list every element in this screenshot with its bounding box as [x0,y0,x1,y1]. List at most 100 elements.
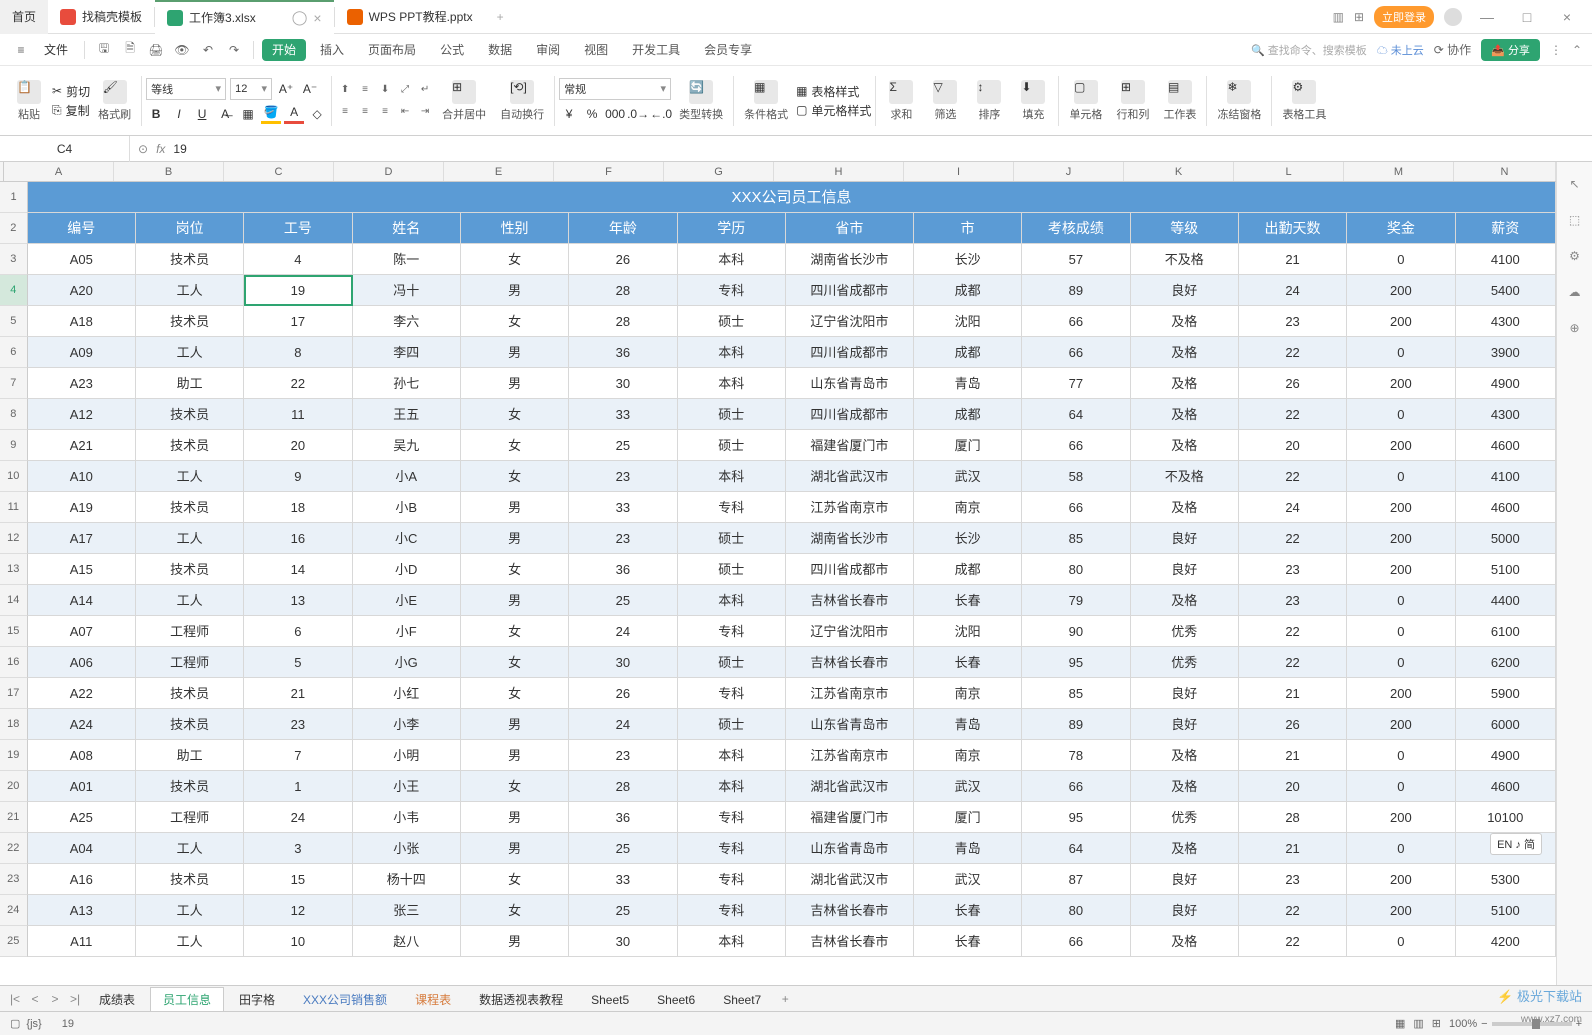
cell[interactable]: 22 [1239,523,1347,554]
cell[interactable]: 64 [1022,833,1130,864]
cell[interactable]: A04 [28,833,136,864]
cell[interactable]: 工程师 [136,647,244,678]
tab-vip[interactable]: 会员专享 [694,34,762,66]
column-headers[interactable]: ABCDEFGHIJKLMN [4,162,1556,182]
cell[interactable]: 200 [1347,368,1455,399]
cell[interactable]: 3900 [1456,337,1556,368]
cell[interactable]: 学历 [678,213,786,244]
cell[interactable]: A20 [28,275,136,306]
cell[interactable]: 男 [461,523,569,554]
col-header[interactable]: L [1234,162,1344,181]
cell[interactable]: 长沙 [914,244,1022,275]
cell[interactable]: 及格 [1131,306,1239,337]
cell[interactable]: 工人 [136,585,244,616]
copy-button[interactable]: ⎘复制 [52,102,90,119]
cell[interactable]: 青岛 [914,368,1022,399]
cell[interactable]: 江苏省南京市 [786,740,914,771]
grid-icon[interactable]: ▥ [1333,10,1344,24]
tab-data[interactable]: 数据 [478,34,522,66]
tab-layout[interactable]: 页面布局 [358,34,426,66]
cell[interactable]: 不及格 [1131,244,1239,275]
cell[interactable]: 女 [461,430,569,461]
zoom-label[interactable]: 100% [1449,1018,1477,1030]
cell[interactable]: 四川省成都市 [786,554,914,585]
cell[interactable]: 四川省成都市 [786,275,914,306]
cell[interactable]: 9 [244,461,352,492]
cell[interactable]: 良好 [1131,864,1239,895]
view-break-icon[interactable]: ⊞ [1432,1017,1441,1030]
cell[interactable]: 4600 [1456,771,1556,802]
tab-dev[interactable]: 开发工具 [622,34,690,66]
cell[interactable]: A14 [28,585,136,616]
decrease-font-icon[interactable]: A⁻ [300,79,320,99]
backup-icon[interactable]: ☁ [1565,282,1585,302]
cell[interactable]: 南京 [914,740,1022,771]
cell[interactable]: 山东省青岛市 [786,368,914,399]
row-header[interactable]: 13 [0,554,28,585]
rowcol-button[interactable]: ⊞行和列 [1110,70,1155,132]
cell[interactable]: 0 [1347,740,1455,771]
table-style-button[interactable]: ▦表格样式 [796,83,871,100]
row-header[interactable]: 18 [0,709,28,740]
font-select[interactable]: 等线 ▾ [146,78,226,100]
cell[interactable]: 硕士 [678,430,786,461]
cell[interactable]: 技术员 [136,771,244,802]
sheet-tab-active[interactable]: 员工信息 [150,987,224,1011]
cell[interactable]: 小明 [353,740,461,771]
cell[interactable]: 长春 [914,926,1022,957]
print-icon[interactable]: 🖨 [145,39,167,61]
cell[interactable]: 21 [1239,740,1347,771]
cell[interactable]: 山东省青岛市 [786,709,914,740]
indent-inc-icon[interactable]: ⇥ [416,103,434,121]
cell[interactable]: 21 [1239,833,1347,864]
cell[interactable]: 4300 [1456,399,1556,430]
cell[interactable]: A01 [28,771,136,802]
cell[interactable]: 及格 [1131,926,1239,957]
sheet-button[interactable]: ▤工作表 [1157,70,1202,132]
cell[interactable]: 小红 [353,678,461,709]
row-header[interactable]: 6 [0,337,28,368]
cell[interactable]: 0 [1347,399,1455,430]
cell[interactable]: 200 [1347,275,1455,306]
cell[interactable]: 6 [244,616,352,647]
saveas-icon[interactable]: 🗎 [119,39,141,61]
cell[interactable]: 技术员 [136,709,244,740]
cell[interactable]: 冯十 [353,275,461,306]
cell[interactable]: 13 [244,585,352,616]
cell[interactable]: 厦门 [914,802,1022,833]
cell[interactable]: 男 [461,492,569,523]
col-header[interactable]: D [334,162,444,181]
view-normal-icon[interactable]: ▦ [1395,1017,1405,1030]
cell[interactable]: 85 [1022,523,1130,554]
cell[interactable]: 张三 [353,895,461,926]
spreadsheet-grid[interactable]: ABCDEFGHIJKLMN 1XXX公司员工信息2编号岗位工号姓名性别年龄学历… [0,162,1556,985]
number-format-select[interactable]: 常规▾ [559,78,671,100]
row-header[interactable]: 17 [0,678,28,709]
cell[interactable]: 6000 [1456,709,1556,740]
cell[interactable]: 及格 [1131,492,1239,523]
cell[interactable]: 工人 [136,926,244,957]
cell[interactable]: 4300 [1456,306,1556,337]
row-header[interactable]: 4 [0,275,28,306]
col-header[interactable]: I [904,162,1014,181]
cell[interactable]: 23 [569,523,677,554]
dropdown-icon[interactable]: ⊙ [138,142,148,156]
cell[interactable]: 89 [1022,275,1130,306]
cell[interactable]: 助工 [136,740,244,771]
cell[interactable]: 成都 [914,554,1022,585]
cell[interactable]: 4600 [1456,492,1556,523]
redo-icon[interactable]: ↷ [223,39,245,61]
save-icon[interactable]: 🖫 [93,39,115,61]
cell[interactable]: 工人 [136,461,244,492]
filter-button[interactable]: ▽筛选 [924,70,966,132]
row-header[interactable]: 8 [0,399,28,430]
cell[interactable]: 四川省成都市 [786,337,914,368]
cell[interactable]: 厦门 [914,430,1022,461]
cell[interactable]: 优秀 [1131,616,1239,647]
indent-dec-icon[interactable]: ⇤ [396,103,414,121]
cell[interactable]: 200 [1347,554,1455,585]
cell[interactable]: 性别 [461,213,569,244]
merge-button[interactable]: ⊞合并居中 [436,70,492,132]
cell[interactable]: 本科 [678,461,786,492]
cell[interactable]: 0 [1347,926,1455,957]
